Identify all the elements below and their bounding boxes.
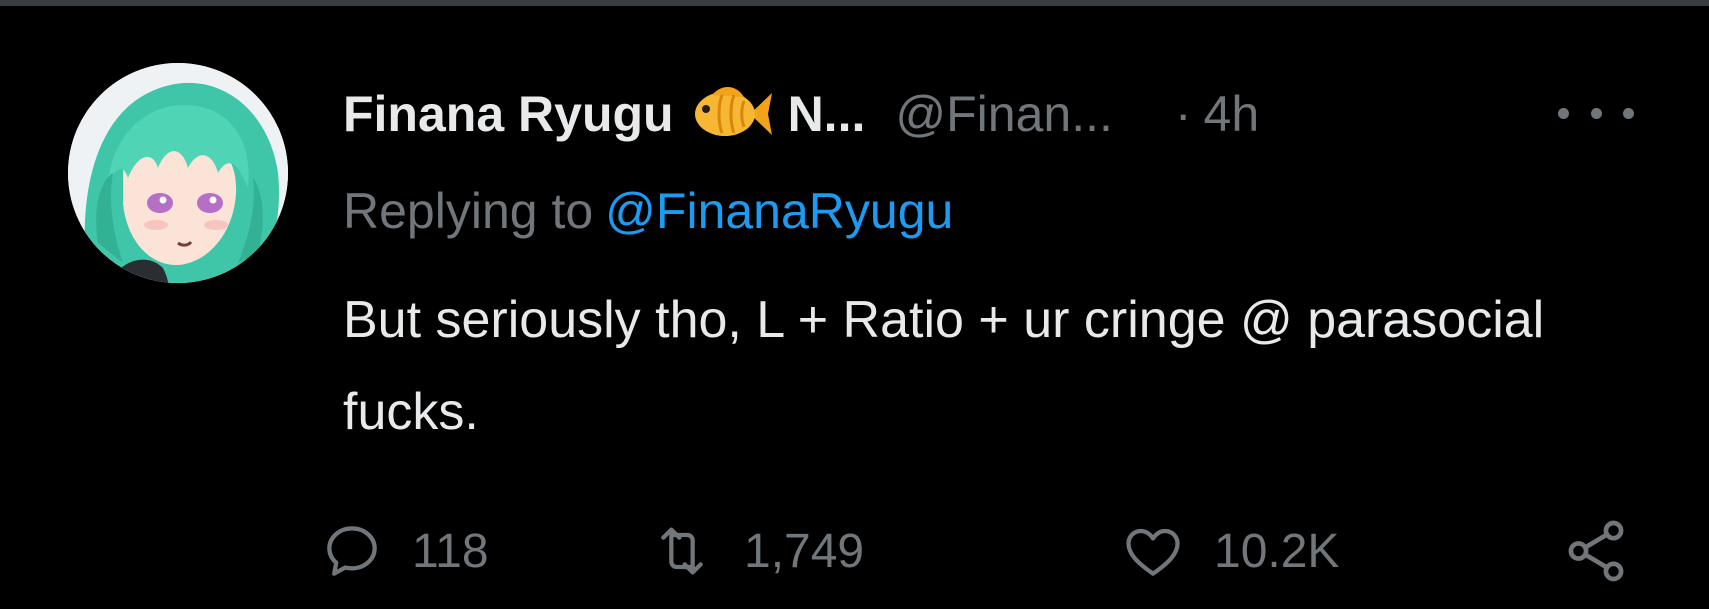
heart-icon <box>1126 528 1180 576</box>
replying-to: Replying to @FinanaRyugu <box>343 182 953 240</box>
header-separator: · <box>1174 86 1192 142</box>
display-name[interactable]: Finana Ryugu <box>343 85 674 143</box>
action-bar: 118 1,749 10.2K <box>327 516 1663 586</box>
share-icon <box>1568 520 1624 582</box>
share-button[interactable] <box>1561 516 1631 586</box>
replying-to-label: Replying to <box>343 183 594 239</box>
avatar[interactable] <box>68 63 288 283</box>
more-icon-dot <box>1558 107 1569 119</box>
more-icon-dot <box>1590 107 1602 119</box>
retweet-button[interactable]: 1,749 <box>648 516 864 586</box>
tweet-card[interactable]: Finana Ryugu N... @Finan... · 4h Replyin… <box>0 6 1709 609</box>
timestamp[interactable]: 4h <box>1204 85 1260 143</box>
reply-icon <box>327 526 377 576</box>
tweet-header: Finana Ryugu N... @Finan... · 4h <box>343 82 1673 146</box>
like-count: 10.2K <box>1214 524 1340 578</box>
retweet-icon <box>661 527 703 575</box>
reply-count: 118 <box>412 524 489 578</box>
display-name-suffix[interactable]: N... <box>788 85 866 143</box>
user-handle[interactable]: @Finan... <box>895 85 1113 143</box>
replying-to-handle[interactable]: @FinanaRyugu <box>605 183 953 239</box>
retweet-count: 1,749 <box>744 524 865 578</box>
like-button[interactable]: 10.2K <box>1120 516 1339 586</box>
more-icon-dot <box>1623 107 1634 119</box>
tropical-fish-icon <box>692 83 774 145</box>
tweet-text: But seriously tho, L + Ratio + ur cringe… <box>343 291 1545 441</box>
reply-button[interactable]: 118 <box>320 516 489 586</box>
more-button[interactable] <box>1558 96 1634 130</box>
avatar-image <box>68 63 288 283</box>
